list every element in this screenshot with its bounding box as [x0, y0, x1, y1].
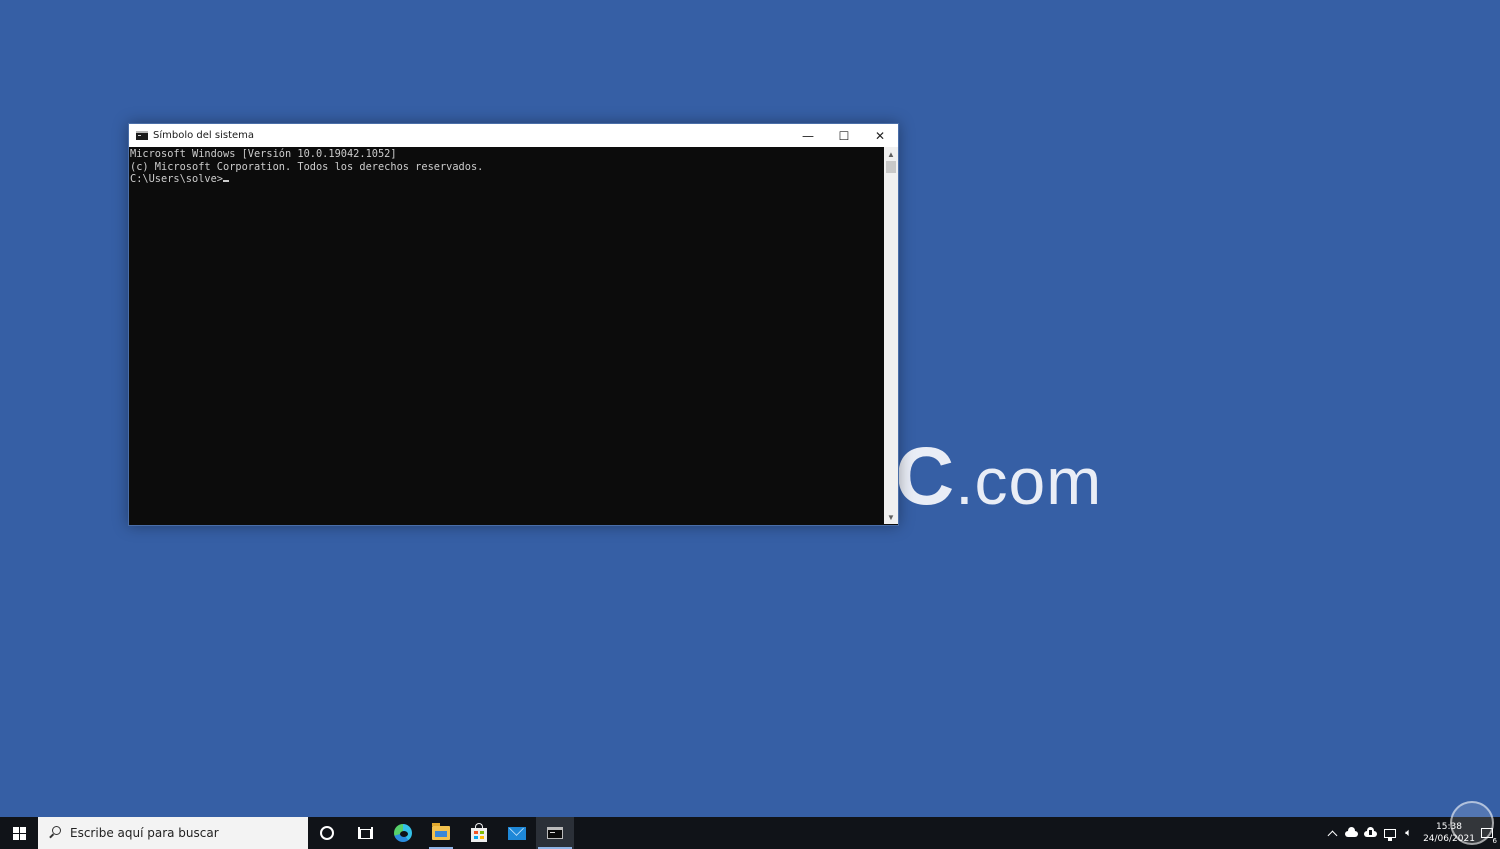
mail-taskbar-button[interactable]: [498, 817, 536, 849]
volume-icon: 🔈︎: [1405, 826, 1412, 839]
cortana-icon: [320, 826, 334, 840]
cmd-window[interactable]: Símbolo del sistema — ☐ ✕ Microsoft Wind…: [128, 123, 899, 526]
cmd-icon: [547, 827, 563, 839]
file-explorer-icon: [432, 823, 450, 840]
network-tray-button[interactable]: [1380, 817, 1399, 849]
console-prompt-line[interactable]: C:\Users\solve>: [130, 173, 884, 186]
wallpaper-logo-text: C.com: [895, 430, 1102, 524]
chevron-up-icon: [1327, 830, 1338, 840]
console-output[interactable]: Microsoft Windows [Versión 10.0.19042.10…: [129, 147, 884, 524]
maximize-button[interactable]: ☐: [826, 124, 862, 147]
cloud-upload-icon: [1364, 827, 1377, 837]
window-title: Símbolo del sistema: [153, 130, 255, 141]
scroll-thumb[interactable]: [886, 161, 896, 173]
store-icon: [471, 822, 487, 842]
network-icon: [1383, 828, 1396, 841]
close-button[interactable]: ✕: [862, 124, 898, 147]
scroll-down-arrow-icon[interactable]: ▼: [884, 510, 898, 524]
volume-tray-button[interactable]: 🔈︎: [1399, 817, 1418, 849]
cmd-taskbar-button[interactable]: [536, 817, 574, 849]
search-icon: [48, 826, 62, 840]
taskbar-search-box[interactable]: Escribe aquí para buscar: [38, 817, 308, 849]
text-cursor: [223, 180, 229, 182]
scroll-up-arrow-icon[interactable]: ▲: [884, 147, 898, 161]
console-prompt: C:\Users\solve>: [130, 173, 223, 185]
minimize-button[interactable]: —: [790, 124, 826, 147]
mail-icon: [508, 826, 526, 840]
windows-logo-icon: [12, 826, 26, 840]
start-button[interactable]: [0, 817, 38, 849]
wallpaper-domain: .com: [955, 444, 1103, 518]
window-controls: — ☐ ✕: [790, 124, 898, 147]
search-placeholder: Escribe aquí para buscar: [70, 826, 219, 840]
file-explorer-taskbar-button[interactable]: [422, 817, 460, 849]
edge-icon: [394, 824, 412, 842]
cloud-sync-tray-button[interactable]: [1361, 817, 1380, 849]
wallpaper-letter: C: [895, 431, 956, 522]
console-line-version: Microsoft Windows [Versión 10.0.19042.10…: [130, 148, 397, 160]
taskbar: Escribe aquí para buscar 🔈︎ 15:38 24/06/…: [0, 817, 1500, 849]
show-hidden-icons-button[interactable]: [1323, 817, 1342, 849]
store-taskbar-button[interactable]: [460, 817, 498, 849]
watermark-logo-icon: [1450, 801, 1494, 845]
task-view-button[interactable]: [346, 817, 384, 849]
cmd-window-icon[interactable]: [136, 131, 148, 140]
onedrive-tray-button[interactable]: [1342, 817, 1361, 849]
console-line-copyright: (c) Microsoft Corporation. Todos los der…: [130, 160, 484, 173]
notification-count: 6: [1492, 837, 1497, 845]
cortana-button[interactable]: [308, 817, 346, 849]
task-view-icon: [358, 827, 372, 839]
vertical-scrollbar[interactable]: ▲ ▼: [884, 147, 898, 524]
edge-taskbar-button[interactable]: [384, 817, 422, 849]
onedrive-icon: [1345, 827, 1358, 837]
title-bar[interactable]: Símbolo del sistema — ☐ ✕: [129, 124, 898, 147]
